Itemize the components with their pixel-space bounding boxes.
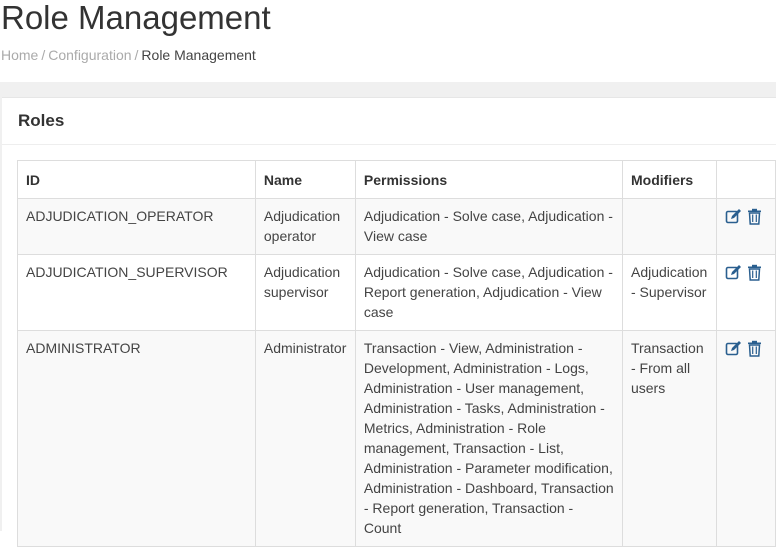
column-header-modifiers[interactable]: Modifiers — [621, 160, 717, 199]
cell-actions — [715, 330, 776, 547]
edit-icon[interactable] — [725, 208, 742, 225]
table-row: ADJUDICATION_OPERATOR Adjudication opera… — [17, 198, 776, 255]
cell-actions — [715, 254, 776, 331]
trash-icon[interactable] — [746, 264, 763, 281]
cell-modifiers: Adjudication - Supervisor — [621, 254, 717, 331]
cell-permissions: Transaction - View, Administration - Dev… — [354, 330, 623, 547]
cell-name: Adjudication supervisor — [254, 254, 356, 331]
roles-table: ID Name Permissions Modifiers ADJUDICATI… — [17, 160, 776, 547]
column-header-actions — [715, 160, 776, 199]
cell-actions — [715, 198, 776, 255]
box-title: Roles — [18, 111, 65, 130]
column-header-id[interactable]: ID — [17, 160, 256, 199]
table-row: ADJUDICATION_SUPERVISOR Adjudication sup… — [17, 254, 776, 331]
column-header-name[interactable]: Name — [254, 160, 356, 199]
table-row: ADMINISTRATOR Administrator Transaction … — [17, 330, 776, 547]
page-title: Role Management — [1, 0, 271, 36]
cell-permissions: Adjudication - Solve case, Adjudication … — [354, 254, 623, 331]
cell-id: ADJUDICATION_SUPERVISOR — [17, 254, 256, 331]
breadcrumb-separator: / — [41, 47, 46, 63]
cell-permissions: Adjudication - Solve case, Adjudication … — [354, 198, 623, 255]
breadcrumb-home[interactable]: Home — [1, 47, 38, 63]
cell-name: Adjudication operator — [254, 198, 356, 255]
breadcrumb-current: Role Management — [141, 47, 256, 63]
box-divider — [2, 144, 776, 145]
column-header-permissions[interactable]: Permissions — [354, 160, 623, 199]
breadcrumb-configuration[interactable]: Configuration — [48, 47, 131, 63]
breadcrumb-separator: / — [134, 47, 139, 63]
trash-icon[interactable] — [746, 208, 763, 225]
edit-icon[interactable] — [725, 340, 742, 357]
cell-modifiers: Transaction - From all users — [621, 330, 717, 547]
cell-id: ADMINISTRATOR — [17, 330, 256, 547]
cell-modifiers — [621, 198, 717, 255]
cell-name: Administrator — [254, 330, 356, 547]
table-header-row: ID Name Permissions Modifiers — [17, 160, 776, 199]
cell-id: ADJUDICATION_OPERATOR — [17, 198, 256, 255]
edit-icon[interactable] — [725, 264, 742, 281]
trash-icon[interactable] — [746, 340, 763, 357]
breadcrumb: Home / Configuration / Role Management — [1, 47, 256, 63]
